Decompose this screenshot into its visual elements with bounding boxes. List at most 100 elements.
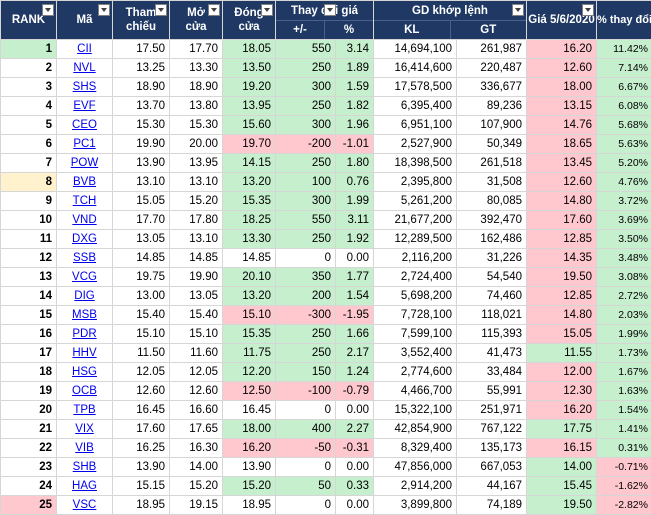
stock-code-link[interactable]: MSB bbox=[57, 306, 113, 325]
stock-code-link[interactable]: CEO bbox=[57, 116, 113, 135]
change-abs-cell: 550 bbox=[276, 40, 336, 59]
change-abs-cell: 250 bbox=[276, 154, 336, 173]
table-row: 2NVL13.2513.3013.502501.8916,414,600220,… bbox=[1, 59, 651, 78]
rank-cell: 16 bbox=[1, 325, 57, 344]
filter-dropdown-icon[interactable] bbox=[324, 4, 336, 16]
change-abs-cell: 0 bbox=[276, 458, 336, 477]
change-pct-cell: 1.54 bbox=[336, 287, 374, 306]
filter-dropdown-icon[interactable] bbox=[42, 4, 54, 16]
open-price-cell: 15.30 bbox=[170, 116, 223, 135]
stock-code-link[interactable]: HSG bbox=[57, 363, 113, 382]
change-pct-cell: 3.14 bbox=[336, 40, 374, 59]
price-date-cell: 13.15 bbox=[527, 97, 597, 116]
change-abs-cell: 100 bbox=[276, 173, 336, 192]
change-abs-cell: 50 bbox=[276, 477, 336, 496]
pct-change-cell: 3.48% bbox=[597, 249, 651, 268]
stock-code-link[interactable]: NVL bbox=[57, 59, 113, 78]
filter-dropdown-icon[interactable] bbox=[208, 4, 220, 16]
open-price-cell: 13.80 bbox=[170, 97, 223, 116]
filter-dropdown-icon[interactable] bbox=[155, 4, 167, 16]
stock-code-link[interactable]: BVB bbox=[57, 173, 113, 192]
change-abs-cell: 300 bbox=[276, 78, 336, 97]
volume-cell: 3,899,800 bbox=[374, 496, 457, 515]
rank-cell: 14 bbox=[1, 287, 57, 306]
ref-price-cell: 19.90 bbox=[113, 135, 170, 154]
open-price-cell: 17.80 bbox=[170, 211, 223, 230]
open-price-cell: 17.70 bbox=[170, 40, 223, 59]
change-abs-cell: -100 bbox=[276, 382, 336, 401]
ref-price-cell: 17.50 bbox=[113, 40, 170, 59]
ref-price-cell: 13.10 bbox=[113, 173, 170, 192]
stock-code-link[interactable]: DIG bbox=[57, 287, 113, 306]
stock-code-link[interactable]: PC1 bbox=[57, 135, 113, 154]
header-change-abs: +/- bbox=[276, 20, 324, 39]
price-date-cell: 16.15 bbox=[527, 439, 597, 458]
volume-cell: 2,395,800 bbox=[374, 173, 457, 192]
stock-code-link[interactable]: TPB bbox=[57, 401, 113, 420]
filter-dropdown-icon[interactable] bbox=[98, 4, 110, 16]
price-date-cell: 12.30 bbox=[527, 382, 597, 401]
change-abs-cell: -200 bbox=[276, 135, 336, 154]
volume-cell: 12,289,500 bbox=[374, 230, 457, 249]
stock-code-link[interactable]: HAG bbox=[57, 477, 113, 496]
stock-code-link[interactable]: VCG bbox=[57, 268, 113, 287]
stock-code-link[interactable]: VND bbox=[57, 211, 113, 230]
value-cell: 80,085 bbox=[457, 192, 527, 211]
open-price-cell: 14.85 bbox=[170, 249, 223, 268]
price-date-cell: 12.60 bbox=[527, 59, 597, 78]
value-cell: 31,508 bbox=[457, 173, 527, 192]
pct-change-cell: 2.03% bbox=[597, 306, 651, 325]
close-price-cell: 15.60 bbox=[223, 116, 276, 135]
pct-change-cell: 1.99% bbox=[597, 325, 651, 344]
close-price-cell: 18.25 bbox=[223, 211, 276, 230]
stock-code-link[interactable]: CII bbox=[57, 40, 113, 59]
rank-cell: 11 bbox=[1, 230, 57, 249]
stock-code-link[interactable]: PDR bbox=[57, 325, 113, 344]
change-abs-cell: 0 bbox=[276, 496, 336, 515]
pct-change-cell: 1.41% bbox=[597, 420, 651, 439]
stock-code-link[interactable]: SHB bbox=[57, 458, 113, 477]
change-abs-cell: 350 bbox=[276, 268, 336, 287]
volume-cell: 4,466,700 bbox=[374, 382, 457, 401]
table-row: 8BVB13.1013.1013.201000.762,395,80031,50… bbox=[1, 173, 651, 192]
close-price-cell: 12.20 bbox=[223, 363, 276, 382]
filter-dropdown-icon[interactable] bbox=[512, 4, 524, 16]
pct-change-cell: 3.69% bbox=[597, 211, 651, 230]
change-abs-cell: -300 bbox=[276, 306, 336, 325]
close-price-cell: 13.30 bbox=[223, 230, 276, 249]
close-price-cell: 19.70 bbox=[223, 135, 276, 154]
stock-code-link[interactable]: VSC bbox=[57, 496, 113, 515]
volume-cell: 6,395,400 bbox=[374, 97, 457, 116]
stock-code-link[interactable]: HHV bbox=[57, 344, 113, 363]
stock-code-link[interactable]: VIB bbox=[57, 439, 113, 458]
stock-code-link[interactable]: SHS bbox=[57, 78, 113, 97]
table-row: 25VSC18.9519.1518.9500.003,899,80074,189… bbox=[1, 496, 651, 515]
stock-code-link[interactable]: POW bbox=[57, 154, 113, 173]
rank-cell: 1 bbox=[1, 40, 57, 59]
header-price-date: Giá 5/6/2020 bbox=[527, 1, 597, 40]
stock-code-link[interactable]: VIX bbox=[57, 420, 113, 439]
stock-code-link[interactable]: SSB bbox=[57, 249, 113, 268]
volume-cell: 2,527,900 bbox=[374, 135, 457, 154]
price-date-cell: 17.60 bbox=[527, 211, 597, 230]
ref-price-cell: 13.05 bbox=[113, 230, 170, 249]
filter-dropdown-icon[interactable] bbox=[261, 4, 273, 16]
change-pct-cell: 2.27 bbox=[336, 420, 374, 439]
change-pct-cell: 0.00 bbox=[336, 496, 374, 515]
stock-code-link[interactable]: EVF bbox=[57, 97, 113, 116]
volume-cell: 7,728,100 bbox=[374, 306, 457, 325]
price-date-cell: 18.65 bbox=[527, 135, 597, 154]
close-price-cell: 18.00 bbox=[223, 420, 276, 439]
close-price-cell: 15.35 bbox=[223, 192, 276, 211]
stock-code-link[interactable]: TCH bbox=[57, 192, 113, 211]
header-row: RANK Mã Tham chiếu Mở cửa Đóng cửa bbox=[1, 1, 651, 40]
open-price-cell: 13.05 bbox=[170, 287, 223, 306]
open-price-cell: 19.15 bbox=[170, 496, 223, 515]
filter-dropdown-icon[interactable] bbox=[582, 4, 594, 16]
table-row: 1CII17.5017.7018.055503.1414,694,100261,… bbox=[1, 40, 651, 59]
stock-code-link[interactable]: OCB bbox=[57, 382, 113, 401]
open-price-cell: 13.10 bbox=[170, 173, 223, 192]
value-cell: 54,540 bbox=[457, 268, 527, 287]
value-cell: 261,518 bbox=[457, 154, 527, 173]
stock-code-link[interactable]: DXG bbox=[57, 230, 113, 249]
